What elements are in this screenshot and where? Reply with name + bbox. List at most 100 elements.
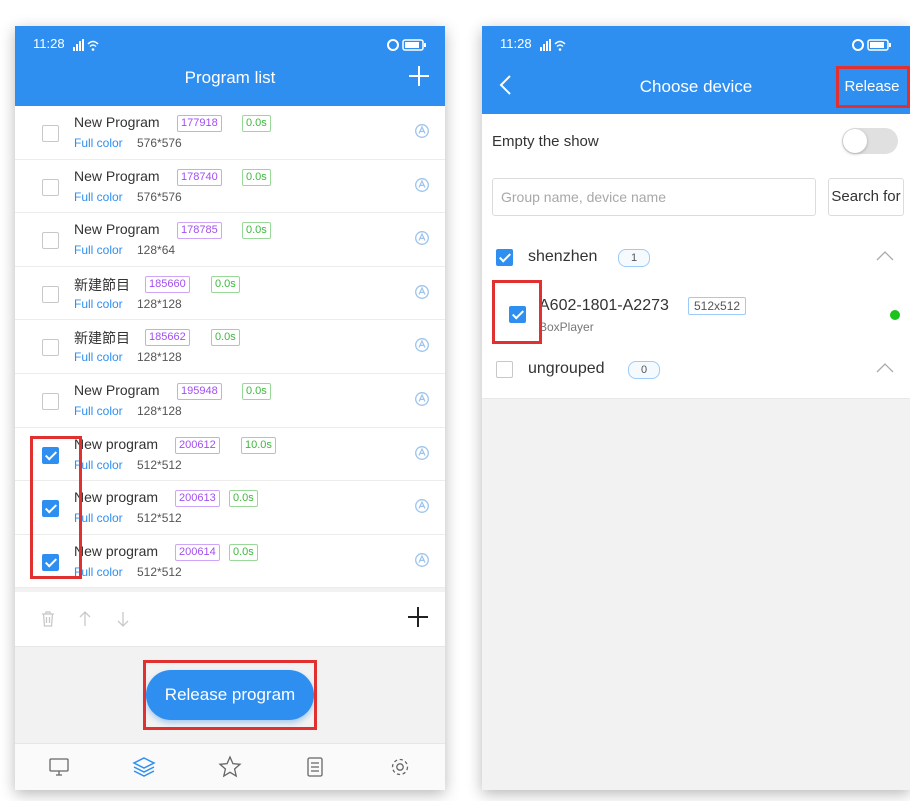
program-row[interactable]: 新建節目 185662 0.0s Full color 128*128 xyxy=(15,320,445,374)
trash-icon[interactable] xyxy=(40,610,56,628)
program-color-type: Full color xyxy=(74,243,123,258)
program-list-header: 11:28 Program list xyxy=(15,26,445,106)
program-id-badge: 195948 xyxy=(177,382,222,400)
bottom-navigation xyxy=(15,743,445,790)
program-id-badge: 200612 xyxy=(175,436,220,454)
program-list: New Program 177918 0.0s Full color 576*576 Ne… xyxy=(15,106,445,589)
star-icon[interactable] xyxy=(218,755,242,779)
program-id-badge: 177918 xyxy=(177,115,222,132)
program-duration-badge: 0.0s xyxy=(242,222,271,240)
program-size: 128*64 xyxy=(137,243,176,258)
status-time: 11:28 xyxy=(500,36,532,51)
program-checkbox[interactable] xyxy=(42,446,59,464)
program-status-icon[interactable] xyxy=(414,498,430,514)
program-color-type: Full color xyxy=(74,136,123,150)
move-up-icon[interactable] xyxy=(77,610,93,628)
alarm-battery-icon xyxy=(852,39,891,51)
search-button[interactable]: Search for xyxy=(828,178,904,216)
program-checkbox[interactable] xyxy=(42,500,59,518)
program-color-type: Full color xyxy=(74,403,123,418)
program-row[interactable]: New Program 178785 0.0s Full color 128*64 xyxy=(15,213,445,267)
program-size: 512*512 xyxy=(137,457,182,472)
program-size: 512*512 xyxy=(137,564,182,579)
online-status-dot xyxy=(890,310,900,320)
program-color-type: Full color xyxy=(74,457,123,472)
program-name: New Program xyxy=(74,167,160,184)
empty-show-toggle[interactable] xyxy=(842,128,898,154)
search-bar: Search for xyxy=(482,170,910,230)
program-id-badge: 178740 xyxy=(177,168,222,186)
program-status-icon[interactable] xyxy=(414,230,430,246)
device-checkbox[interactable] xyxy=(509,306,526,323)
group-checkbox[interactable] xyxy=(496,361,513,378)
program-checkbox[interactable] xyxy=(42,285,59,303)
program-status-icon[interactable] xyxy=(414,445,430,461)
add-icon[interactable] xyxy=(406,605,430,629)
status-bar: 11:28 xyxy=(33,36,427,54)
program-toolbar xyxy=(15,592,445,647)
alarm-battery-icon xyxy=(387,39,426,51)
gear-icon[interactable] xyxy=(388,755,412,779)
program-status-icon[interactable] xyxy=(414,123,430,139)
program-row[interactable]: New Program 195948 0.0s Full color 128*128 xyxy=(15,374,445,428)
signal-wifi-icon xyxy=(73,39,99,51)
program-status-icon[interactable] xyxy=(414,177,430,193)
program-checkbox[interactable] xyxy=(42,339,59,357)
program-size: 576*576 xyxy=(137,136,182,150)
program-status-icon[interactable] xyxy=(414,284,430,300)
program-row[interactable]: New program 200612 10.0s Full color 512*512 xyxy=(15,428,445,482)
program-id-badge: 185662 xyxy=(145,329,190,347)
group-row-shenzhen[interactable]: shenzhen 1 xyxy=(482,230,910,287)
search-input[interactable] xyxy=(492,178,816,216)
list-icon[interactable] xyxy=(303,755,327,779)
program-status-icon[interactable] xyxy=(414,552,430,568)
program-checkbox[interactable] xyxy=(42,232,59,250)
program-duration-badge: 0.0s xyxy=(211,329,240,347)
group-count-badge: 0 xyxy=(628,361,661,379)
program-row[interactable]: New Program 177918 0.0s Full color 576*576 xyxy=(15,106,445,160)
add-program-icon[interactable] xyxy=(407,64,431,88)
program-size: 128*128 xyxy=(137,403,182,418)
program-size: 576*576 xyxy=(137,189,182,204)
program-duration-badge: 0.0s xyxy=(242,115,271,132)
program-name: 新建節目 xyxy=(74,276,130,293)
program-name: New Program xyxy=(74,114,160,130)
program-checkbox[interactable] xyxy=(42,125,59,142)
status-bar: 11:28 xyxy=(500,36,892,54)
program-checkbox[interactable] xyxy=(42,392,59,410)
program-row[interactable]: New program 200613 0.0s Full color 512*512 xyxy=(15,481,445,535)
program-status-icon[interactable] xyxy=(414,391,430,407)
move-down-icon[interactable] xyxy=(115,610,131,628)
program-name: New program xyxy=(74,542,159,559)
program-checkbox[interactable] xyxy=(42,553,59,571)
chevron-up-icon[interactable] xyxy=(876,250,894,262)
program-id-badge: 178785 xyxy=(177,222,222,240)
program-checkbox[interactable] xyxy=(42,178,59,196)
program-status-icon[interactable] xyxy=(414,337,430,353)
release-button[interactable]: Release xyxy=(838,70,906,104)
group-name: ungrouped xyxy=(528,360,605,377)
group-row-ungrouped[interactable]: ungrouped 0 xyxy=(482,342,910,399)
program-color-type: Full color xyxy=(74,564,123,579)
chevron-up-icon[interactable] xyxy=(876,362,894,374)
monitor-icon[interactable] xyxy=(47,755,71,779)
program-name: New Program xyxy=(74,221,160,238)
program-id-badge: 200613 xyxy=(175,490,220,508)
empty-show-row: Empty the show xyxy=(482,114,910,171)
program-duration-badge: 0.0s xyxy=(211,275,240,293)
device-player-type: BoxPlayer xyxy=(539,320,594,334)
program-row[interactable]: 新建節目 185660 0.0s Full color 128*128 xyxy=(15,267,445,321)
program-row[interactable]: New Program 178740 0.0s Full color 576*576 xyxy=(15,160,445,214)
program-list-screen: 11:28 Program list New Program 177918 0.0s… xyxy=(15,26,445,790)
program-duration-badge: 10.0s xyxy=(241,436,276,454)
release-program-button[interactable]: Release program xyxy=(146,670,314,720)
program-size: 128*128 xyxy=(137,350,182,365)
program-name: New program xyxy=(74,435,159,452)
layers-icon[interactable] xyxy=(132,755,156,779)
group-checkbox[interactable] xyxy=(496,249,513,266)
program-duration-badge: 0.0s xyxy=(242,168,271,186)
toggle-knob xyxy=(843,129,867,153)
signal-wifi-icon xyxy=(540,39,566,51)
program-row[interactable]: New program 200614 0.0s Full color 512*512 xyxy=(15,535,445,589)
device-row[interactable]: A602-1801-A2273 512x512 BoxPlayer xyxy=(482,286,910,343)
